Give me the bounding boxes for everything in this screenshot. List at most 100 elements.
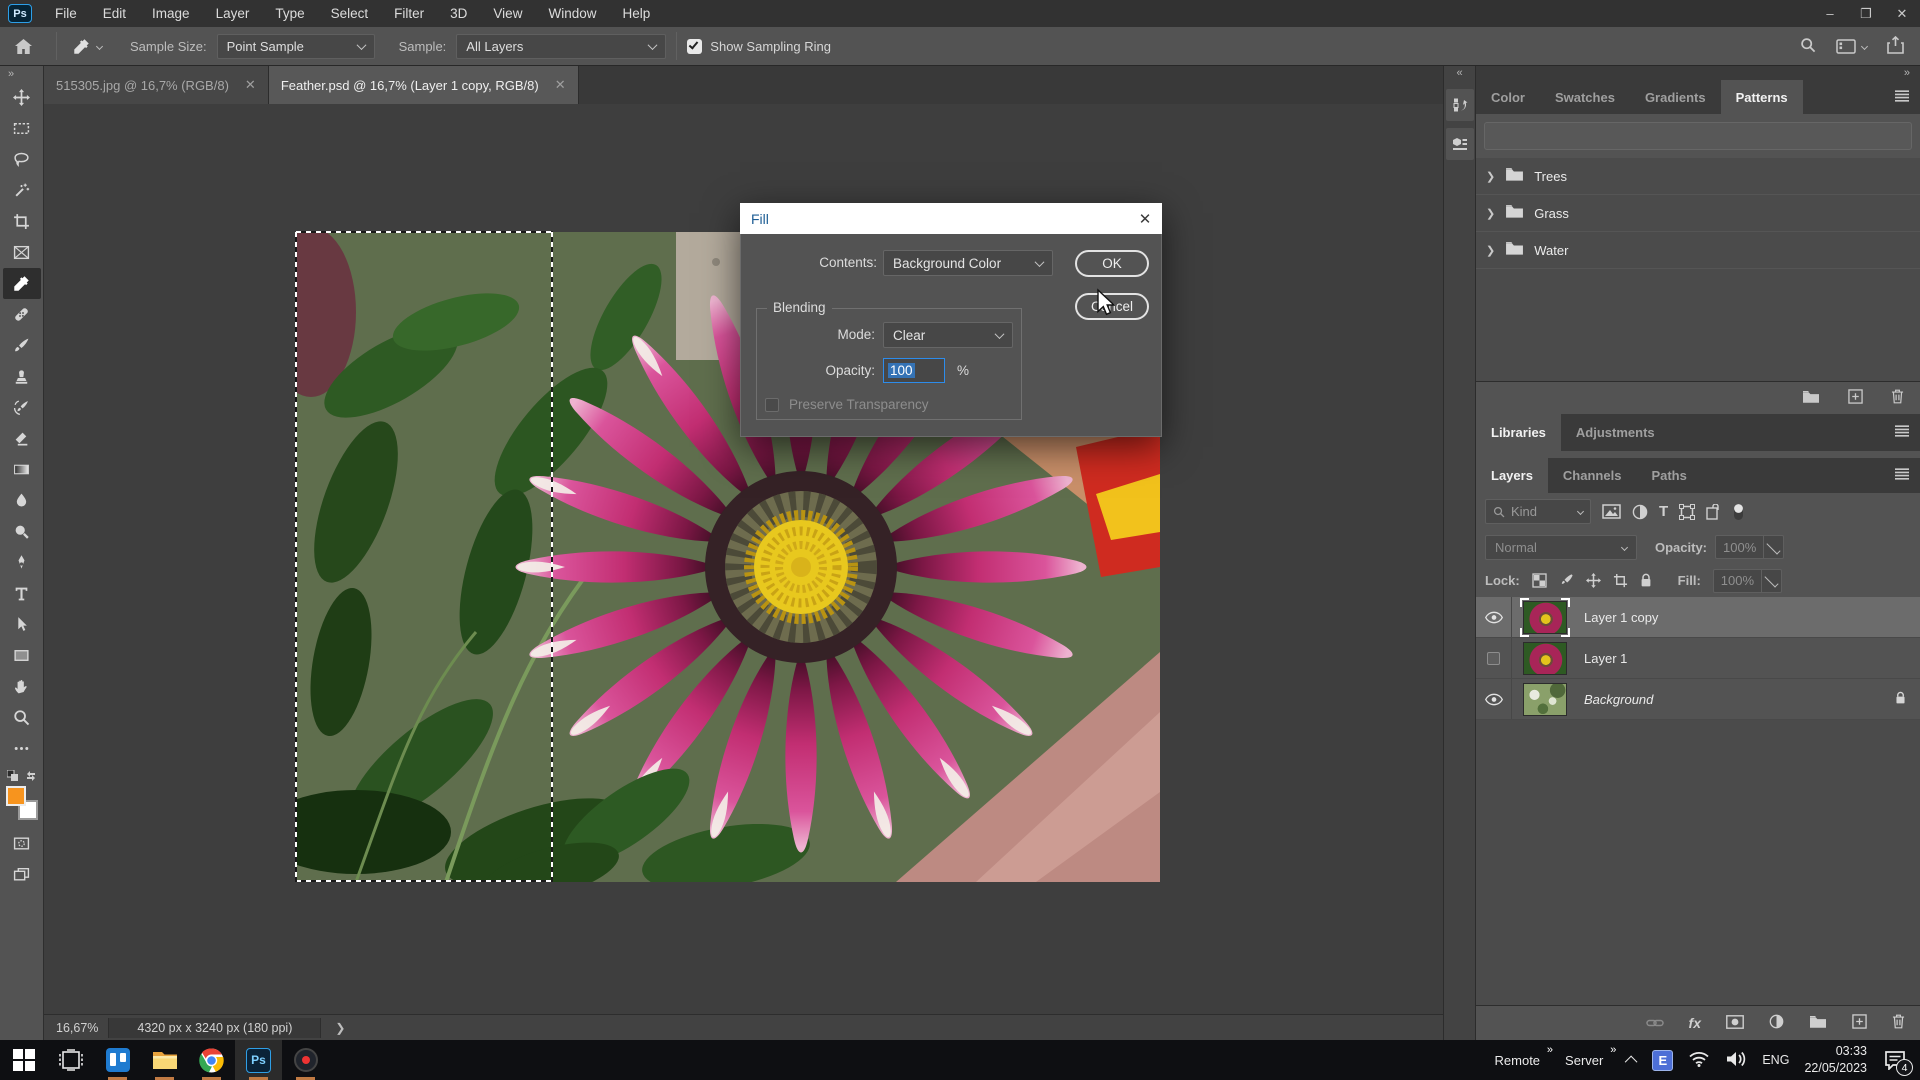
foreground-color-swatch[interactable] xyxy=(6,786,26,806)
chevron-right-icon[interactable]: ❯ xyxy=(1486,207,1495,220)
filter-type-layers-icon[interactable]: T xyxy=(1659,503,1668,520)
menu-edit[interactable]: Edit xyxy=(90,0,139,27)
clone-stamp-tool[interactable] xyxy=(3,361,41,392)
volume-icon[interactable] xyxy=(1725,1050,1747,1071)
filter-smart-objects-icon[interactable] xyxy=(1706,504,1721,520)
screen-mode-icon[interactable] xyxy=(3,859,41,890)
eyedropper-tool[interactable] xyxy=(3,268,41,299)
filter-pixel-layers-icon[interactable] xyxy=(1602,504,1621,519)
frame-tool[interactable] xyxy=(3,237,41,268)
new-group-icon[interactable] xyxy=(1802,390,1820,407)
minimize-button[interactable]: – xyxy=(1812,0,1848,27)
chrome-taskbar-icon[interactable] xyxy=(188,1040,235,1080)
lock-all-icon[interactable] xyxy=(1640,573,1652,588)
edit-toolbar-icon[interactable] xyxy=(3,733,41,764)
notification-center-icon[interactable]: 4 xyxy=(1882,1047,1908,1073)
document-tab-515305[interactable]: 515305.jpg @ 16,7% (RGB/8) ✕ xyxy=(44,66,269,104)
recorder-taskbar-icon[interactable] xyxy=(282,1040,329,1080)
language-indicator[interactable]: ENG xyxy=(1762,1053,1789,1067)
tray-app-icon[interactable]: E xyxy=(1652,1050,1673,1071)
layer-name[interactable]: Layer 1 copy xyxy=(1584,610,1658,625)
pen-tool[interactable] xyxy=(3,547,41,578)
lock-position-icon[interactable] xyxy=(1586,573,1601,588)
menu-filter[interactable]: Filter xyxy=(381,0,437,27)
pattern-folder-water[interactable]: ❯ Water xyxy=(1476,232,1920,269)
link-layers-icon[interactable] xyxy=(1646,1016,1664,1031)
dodge-tool[interactable] xyxy=(3,516,41,547)
tab-paths[interactable]: Paths xyxy=(1636,458,1701,493)
layer-thumbnail[interactable] xyxy=(1523,683,1567,716)
gradient-tool[interactable] xyxy=(3,454,41,485)
mode-dropdown[interactable]: Clear xyxy=(883,322,1013,348)
start-button[interactable] xyxy=(0,1040,47,1080)
document-tab-feather[interactable]: Feather.psd @ 16,7% (Layer 1 copy, RGB/8… xyxy=(269,66,579,104)
tab-swatches[interactable]: Swatches xyxy=(1540,80,1630,114)
filter-kind-dropdown[interactable]: Kind xyxy=(1485,499,1591,524)
search-icon[interactable] xyxy=(1800,37,1816,56)
new-layer-icon[interactable] xyxy=(1852,1014,1867,1032)
properties-panel-icon[interactable] xyxy=(1446,128,1474,160)
lock-transparent-pixels-icon[interactable] xyxy=(1532,573,1547,588)
menu-3d[interactable]: 3D xyxy=(437,0,480,27)
layer-thumbnail[interactable] xyxy=(1523,642,1567,675)
panel-menu-icon[interactable] xyxy=(1894,468,1910,483)
type-tool[interactable] xyxy=(3,578,41,609)
fill-dropdown[interactable]: 100% xyxy=(1713,569,1782,593)
sample-size-dropdown[interactable]: Point Sample xyxy=(217,34,375,59)
layer-name[interactable]: Background xyxy=(1584,692,1653,707)
menu-window[interactable]: Window xyxy=(535,0,609,27)
tab-adjustments[interactable]: Adjustments xyxy=(1561,414,1670,451)
file-explorer-taskbar-icon[interactable] xyxy=(141,1040,188,1080)
tab-libraries[interactable]: Libraries xyxy=(1476,414,1561,451)
remote-taskbar-button[interactable]: Remote » xyxy=(1495,1053,1551,1068)
close-tab-icon[interactable]: ✕ xyxy=(555,77,566,93)
contents-dropdown[interactable]: Background Color xyxy=(883,250,1053,276)
home-icon[interactable] xyxy=(0,39,46,54)
close-tab-icon[interactable]: ✕ xyxy=(245,77,256,93)
move-tool[interactable] xyxy=(3,82,41,113)
layer-row-layer1[interactable]: Layer 1 xyxy=(1476,638,1920,679)
dialog-title-bar[interactable]: Fill ✕ xyxy=(740,203,1162,234)
dialog-close-icon[interactable]: ✕ xyxy=(1128,210,1162,228)
menu-help[interactable]: Help xyxy=(609,0,663,27)
zoom-tool[interactable] xyxy=(3,702,41,733)
ok-button[interactable]: OK xyxy=(1075,250,1149,277)
brush-tool[interactable] xyxy=(3,330,41,361)
panel-expand-icon[interactable]: » xyxy=(1904,67,1910,79)
visibility-toggle[interactable] xyxy=(1476,597,1512,637)
swap-colors-icon[interactable] xyxy=(7,770,37,782)
restore-button[interactable]: ❐ xyxy=(1848,0,1884,27)
filter-shape-layers-icon[interactable] xyxy=(1679,504,1695,520)
trello-taskbar-icon[interactable] xyxy=(94,1040,141,1080)
pattern-folder-trees[interactable]: ❯ Trees xyxy=(1476,158,1920,195)
photoshop-taskbar-icon[interactable]: Ps xyxy=(235,1040,282,1080)
share-icon[interactable] xyxy=(1887,36,1904,57)
toolbar-collapse-icon[interactable]: » xyxy=(0,66,43,82)
lasso-tool[interactable] xyxy=(3,144,41,175)
healing-brush-tool[interactable] xyxy=(3,299,41,330)
pattern-folder-grass[interactable]: ❯ Grass xyxy=(1476,195,1920,232)
visibility-toggle[interactable] xyxy=(1476,679,1512,719)
zoom-level-field[interactable]: 16,67% xyxy=(56,1021,98,1035)
sample-dropdown[interactable]: All Layers xyxy=(456,34,666,59)
filter-adjustment-layers-icon[interactable] xyxy=(1632,504,1648,520)
status-chevron-icon[interactable]: ❯ xyxy=(335,1021,345,1035)
panel-menu-icon[interactable] xyxy=(1894,90,1910,105)
new-pattern-icon[interactable] xyxy=(1848,389,1863,407)
new-group-icon[interactable] xyxy=(1809,1015,1827,1032)
layer-row-layer1-copy[interactable]: Layer 1 copy xyxy=(1476,597,1920,638)
lock-image-pixels-icon[interactable] xyxy=(1559,573,1574,588)
new-adjustment-layer-icon[interactable] xyxy=(1769,1014,1784,1032)
menu-layer[interactable]: Layer xyxy=(203,0,263,27)
quick-mask-icon[interactable] xyxy=(3,828,41,859)
filter-toggle[interactable] xyxy=(1732,502,1745,522)
visibility-toggle[interactable] xyxy=(1476,638,1512,678)
menu-select[interactable]: Select xyxy=(318,0,382,27)
add-mask-icon[interactable] xyxy=(1726,1015,1744,1032)
tab-channels[interactable]: Channels xyxy=(1548,458,1637,493)
crop-tool[interactable] xyxy=(3,206,41,237)
tab-gradients[interactable]: Gradients xyxy=(1630,80,1721,114)
dock-collapse-icon[interactable]: « xyxy=(1456,66,1462,82)
menu-type[interactable]: Type xyxy=(262,0,317,27)
path-selection-tool[interactable] xyxy=(3,609,41,640)
